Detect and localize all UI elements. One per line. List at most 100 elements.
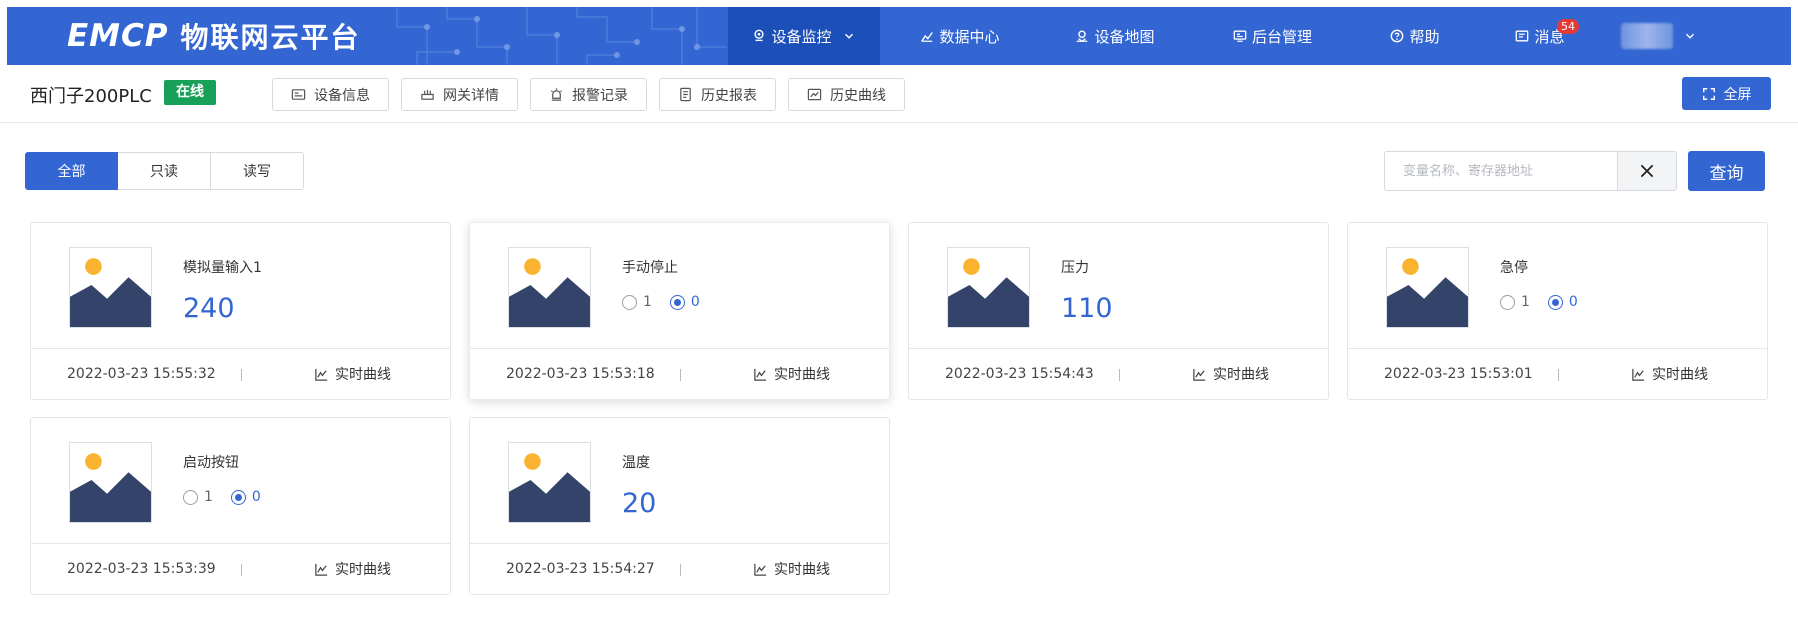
- variable-name: 模拟量输入1: [183, 260, 262, 276]
- tab-label: 报警记录: [572, 87, 628, 104]
- radio-checked-icon: [1547, 294, 1563, 310]
- bar-chart-icon: [921, 32, 934, 42]
- line-chart-icon: [1632, 368, 1645, 381]
- variable-card: 急停 1 0 2022-03-23 15:53:01 实时曲线: [1347, 222, 1768, 400]
- realtime-curve-link[interactable]: 实时曲线: [314, 364, 391, 384]
- card-footer: 2022-03-23 15:54:27 实时曲线: [470, 543, 889, 594]
- main-nav: 设备监控 数据中心 设备地图 后台管理 帮助 消息 54: [728, 7, 1715, 65]
- nav-item-messages[interactable]: 消息 54: [1475, 7, 1605, 65]
- value-radio-group: 1 0: [622, 294, 718, 310]
- image-placeholder-icon: [948, 258, 1029, 327]
- variable-card: 手动停止 1 0 2022-03-23 15:53:18 实时曲线: [469, 222, 890, 400]
- radio-option-1[interactable]: 1: [622, 294, 652, 310]
- realtime-curve-link[interactable]: 实时曲线: [753, 364, 830, 384]
- nav-item-label: 设备监控: [771, 27, 832, 46]
- variable-card: 启动按钮 1 0 2022-03-23 15:53:39 实时曲线: [30, 417, 451, 595]
- filter-all[interactable]: 全部: [25, 152, 118, 190]
- update-time: 2022-03-23 15:53:01: [1384, 366, 1533, 382]
- variable-name: 温度: [622, 455, 650, 471]
- realtime-curve-link[interactable]: 实时曲线: [314, 559, 391, 579]
- card-footer: 2022-03-23 15:54:43 实时曲线: [909, 348, 1328, 399]
- image-placeholder: [1386, 247, 1469, 328]
- alarm-icon: [550, 88, 563, 101]
- device-name: 西门子200PLC: [30, 86, 152, 107]
- radio-checked-icon: [669, 294, 685, 310]
- nav-item-label: 设备地图: [1094, 27, 1155, 46]
- curve-label: 实时曲线: [774, 562, 830, 578]
- nav-item-help[interactable]: 帮助: [1355, 7, 1475, 65]
- radio-option-0[interactable]: 0: [669, 294, 700, 310]
- value-radio-group: 1 0: [183, 489, 279, 505]
- card-footer: 2022-03-23 15:55:32 实时曲线: [31, 348, 450, 399]
- variable-card: 温度 20 2022-03-23 15:54:27 实时曲线: [469, 417, 890, 595]
- nav-item-data-center[interactable]: 数据中心: [880, 7, 1040, 65]
- radio-option-1[interactable]: 1: [183, 489, 213, 505]
- curve-label: 实时曲线: [1213, 367, 1269, 383]
- tab-device-info[interactable]: 设备信息: [272, 78, 389, 111]
- nav-item-device-monitor[interactable]: 设备监控: [728, 7, 880, 65]
- app-logo[interactable]: EMCP 物联网云平台: [67, 16, 361, 56]
- logo-text: 物联网云平台: [180, 21, 361, 54]
- query-button[interactable]: 查询: [1688, 151, 1765, 191]
- nav-item-label: 数据中心: [939, 27, 1000, 46]
- top-navbar: EMCP 物联网云平台 设备监控 数据中心 设备地图 后台管理 帮助 消息 54: [7, 7, 1791, 65]
- radio-label: 0: [251, 489, 261, 505]
- status-badge: 在线: [164, 80, 216, 105]
- nav-item-device-map[interactable]: 设备地图: [1040, 7, 1190, 65]
- curve-label: 实时曲线: [335, 367, 391, 383]
- tab-label: 设备信息: [314, 87, 370, 104]
- radio-icon: [183, 489, 198, 505]
- curve-label: 实时曲线: [774, 367, 830, 383]
- radio-option-0[interactable]: 0: [230, 489, 261, 505]
- tab-history-report[interactable]: 历史报表: [659, 78, 776, 111]
- admin-panel-icon: [1233, 30, 1247, 42]
- tab-label: 历史报表: [701, 87, 757, 104]
- image-placeholder-icon: [70, 453, 151, 522]
- expand-icon: [1702, 87, 1715, 100]
- user-menu[interactable]: [1605, 7, 1715, 65]
- circuit-decoration: [396, 7, 727, 65]
- line-chart-icon: [754, 563, 767, 576]
- clear-search-button[interactable]: [1617, 151, 1677, 191]
- nav-item-label: 后台管理: [1251, 27, 1312, 46]
- divider: [680, 564, 681, 576]
- nav-item-admin[interactable]: 后台管理: [1190, 7, 1355, 65]
- variable-name: 手动停止: [622, 260, 678, 276]
- variable-value: 20: [622, 488, 657, 519]
- card-footer: 2022-03-23 15:53:01 实时曲线: [1348, 348, 1767, 399]
- radio-icon: [622, 294, 637, 310]
- fullscreen-button[interactable]: 全屏: [1682, 77, 1771, 110]
- variable-name: 启动按钮: [183, 455, 239, 471]
- tab-label: 网关详情: [443, 87, 499, 104]
- curve-label: 实时曲线: [335, 562, 391, 578]
- realtime-curve-link[interactable]: 实时曲线: [1192, 364, 1269, 384]
- close-icon: [1640, 164, 1654, 178]
- radio-icon: [1500, 294, 1515, 310]
- radio-option-0[interactable]: 0: [1547, 294, 1578, 310]
- variable-card: 压力 110 2022-03-23 15:54:43 实时曲线: [908, 222, 1329, 400]
- device-header: 西门子200PLC 在线 设备信息 网关详情 报警记录 历史报表 历史曲线 全屏: [0, 65, 1798, 123]
- chevron-down-icon: [844, 33, 853, 39]
- question-circle-icon: [1391, 29, 1404, 43]
- tab-alarm-records[interactable]: 报警记录: [530, 78, 647, 111]
- search-input[interactable]: [1384, 151, 1617, 191]
- realtime-curve-link[interactable]: 实时曲线: [753, 559, 830, 579]
- info-card-icon: [291, 89, 306, 100]
- radio-label: 0: [1568, 294, 1578, 310]
- filter-read-write[interactable]: 读写: [211, 152, 304, 190]
- radio-checked-icon: [230, 489, 246, 505]
- variable-name: 压力: [1061, 260, 1089, 276]
- update-time: 2022-03-23 15:55:32: [67, 366, 216, 382]
- filter-read-only[interactable]: 只读: [118, 152, 211, 190]
- image-placeholder: [508, 442, 591, 523]
- fullscreen-label: 全屏: [1723, 86, 1752, 103]
- realtime-curve-link[interactable]: 实时曲线: [1631, 364, 1708, 384]
- tab-history-curve[interactable]: 历史曲线: [788, 78, 905, 111]
- variable-value: 110: [1061, 293, 1113, 324]
- radio-label: 1: [643, 294, 652, 310]
- image-placeholder-icon: [70, 258, 151, 327]
- tab-gateway-details[interactable]: 网关详情: [401, 78, 518, 111]
- image-placeholder-icon: [509, 258, 590, 327]
- line-chart-icon: [315, 368, 328, 381]
- radio-option-1[interactable]: 1: [1500, 294, 1530, 310]
